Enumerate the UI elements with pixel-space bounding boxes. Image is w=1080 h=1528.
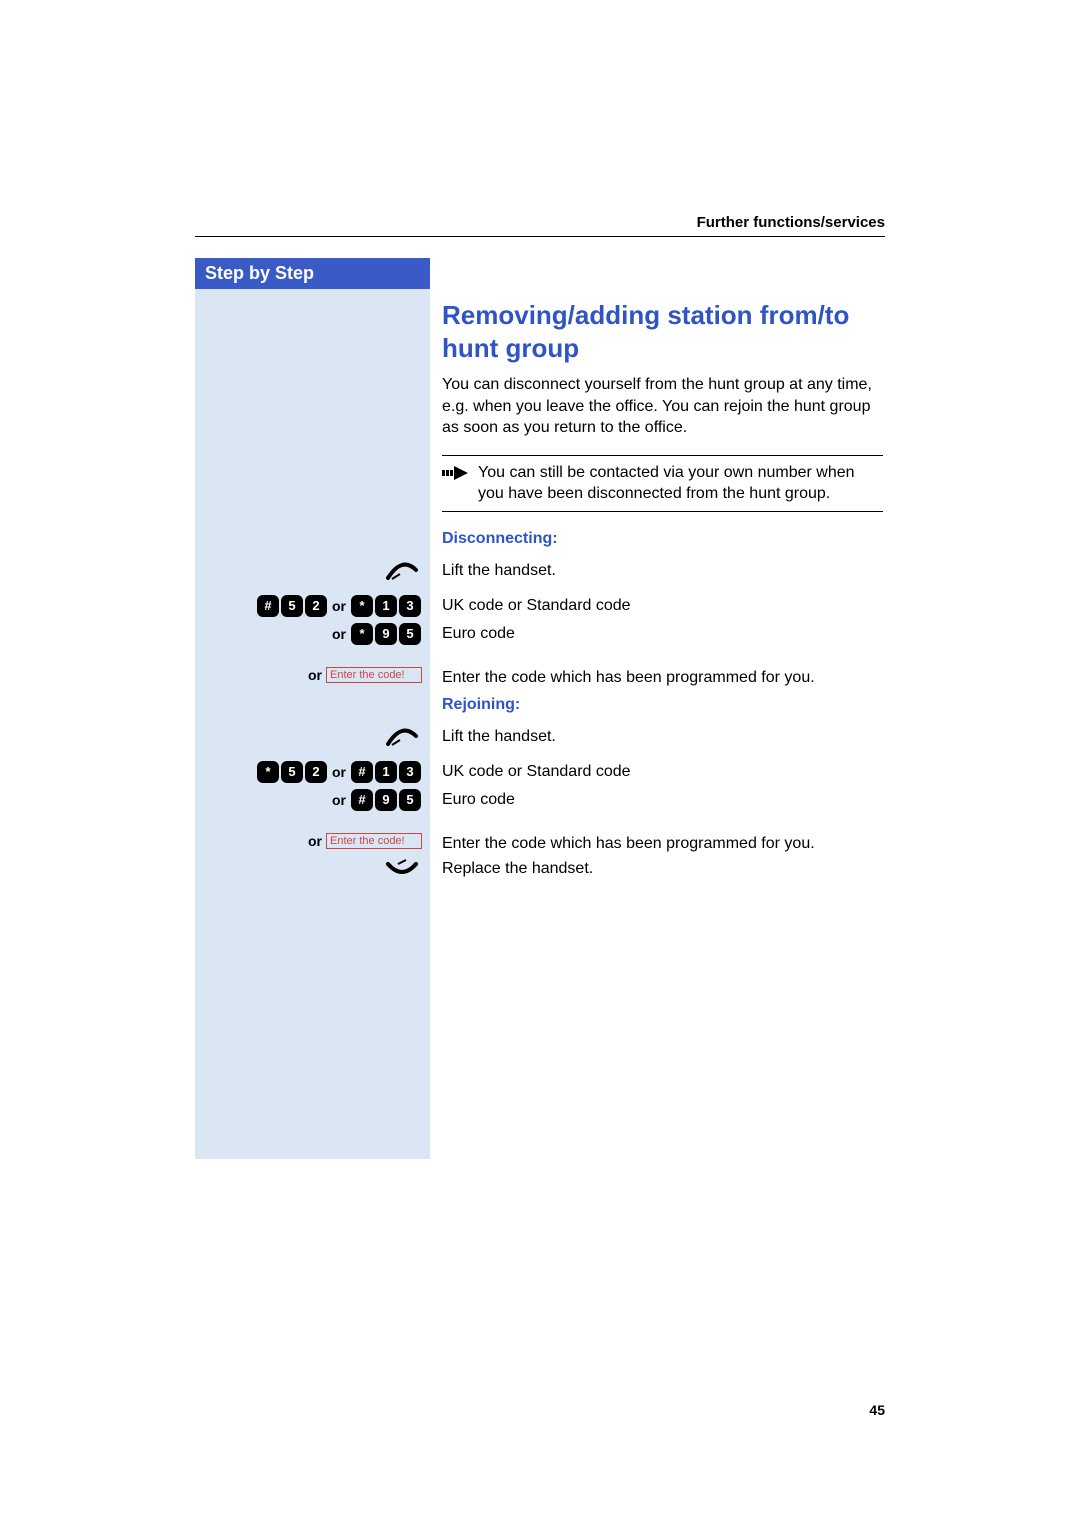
page-number: 45 — [869, 1402, 885, 1418]
key-hash: # — [257, 595, 279, 617]
header-rule — [195, 236, 885, 237]
or-label: or — [308, 833, 322, 849]
key-9: 9 — [375, 789, 397, 811]
rejoin-uk-standard-text: UK code or Standard code — [430, 761, 883, 783]
key-hash: # — [351, 761, 373, 783]
or-label: or — [332, 626, 346, 642]
lift-handset-icon — [382, 726, 422, 753]
or-label: or — [332, 792, 346, 808]
key-1: 1 — [375, 595, 397, 617]
rejoin-replace-handset-text: Replace the handset. — [430, 858, 883, 880]
disconnect-euro-text: Euro code — [430, 623, 883, 645]
intro-paragraph: You can disconnect yourself from the hun… — [442, 374, 883, 439]
step-by-step-label: Step by Step — [195, 258, 430, 290]
display-box-enter-code: Enter the code! — [326, 667, 422, 683]
rejoin-code-euro-keys: or # 9 5 — [328, 789, 422, 811]
header-section-label: Further functions/services — [697, 214, 885, 231]
or-label: or — [308, 667, 322, 683]
key-1: 1 — [375, 761, 397, 783]
disconnect-code-euro-keys: or * 9 5 — [328, 623, 422, 645]
replace-handset-icon — [382, 858, 422, 885]
disconnecting-heading: Disconnecting: — [442, 528, 883, 550]
rejoin-lift-handset-text: Lift the handset. — [430, 726, 883, 748]
key-5: 5 — [399, 623, 421, 645]
rejoin-euro-text: Euro code — [430, 789, 883, 811]
key-hash: # — [351, 789, 373, 811]
key-2: 2 — [305, 761, 327, 783]
key-star: * — [351, 623, 373, 645]
key-star: * — [257, 761, 279, 783]
rejoining-heading: Rejoining: — [442, 694, 883, 716]
enter-code-display-rejoin: or Enter the code! — [304, 833, 422, 849]
key-5: 5 — [281, 595, 303, 617]
disconnect-code-uk-keys: # 5 2 or * 1 3 — [256, 595, 422, 617]
display-box-enter-code: Enter the code! — [326, 833, 422, 849]
note-arrow-icon — [442, 462, 470, 491]
lift-handset-text: Lift the handset. — [430, 560, 883, 582]
key-2: 2 — [305, 595, 327, 617]
note-text: You can still be contacted via your own … — [470, 462, 883, 505]
enter-code-display-disconnect: or Enter the code! — [304, 667, 422, 683]
lift-handset-icon — [382, 560, 422, 587]
note-block: You can still be contacted via your own … — [442, 455, 883, 512]
disconnect-uk-standard-text: UK code or Standard code — [430, 595, 883, 617]
key-3: 3 — [399, 761, 421, 783]
key-5: 5 — [281, 761, 303, 783]
key-star: * — [351, 595, 373, 617]
key-9: 9 — [375, 623, 397, 645]
content-area: Removing/adding station from/to hunt gro… — [195, 289, 883, 885]
rejoin-code-uk-keys: * 5 2 or # 1 3 — [256, 761, 422, 783]
or-label: or — [332, 764, 346, 780]
rejoin-enter-code-text: Enter the code which has been programmed… — [430, 833, 883, 855]
key-5: 5 — [399, 789, 421, 811]
section-title: Removing/adding station from/to hunt gro… — [442, 299, 883, 364]
disconnect-enter-code-text: Enter the code which has been programmed… — [430, 667, 883, 689]
or-label: or — [332, 598, 346, 614]
key-3: 3 — [399, 595, 421, 617]
